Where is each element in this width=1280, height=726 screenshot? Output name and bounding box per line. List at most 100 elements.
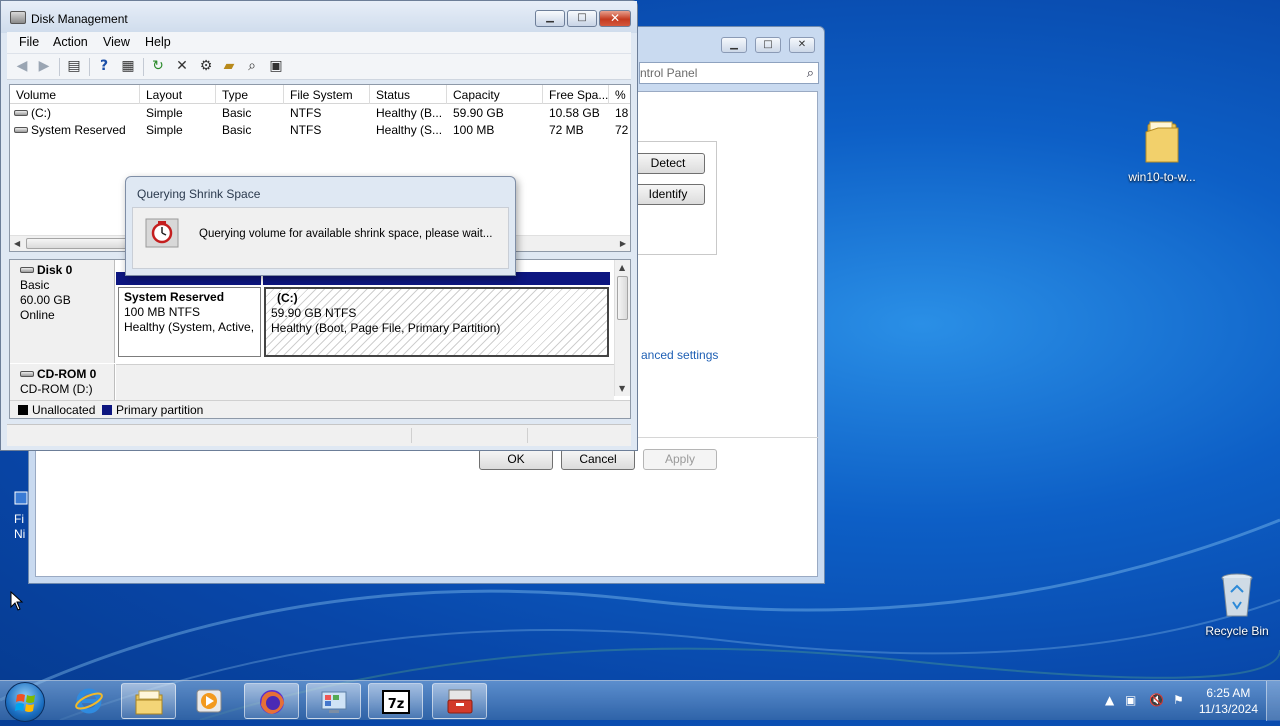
scroll-down-icon[interactable]: ▼ [619, 384, 625, 393]
table-row[interactable]: System Reserved Simple Basic NTFS Health… [10, 122, 630, 139]
recycle-bin-label: Recycle Bin [1205, 624, 1269, 638]
column-header-capacity[interactable]: Capacity [447, 85, 543, 104]
taskbar-disk-management[interactable] [432, 683, 487, 719]
flag-icon[interactable]: ⚑ [1173, 693, 1184, 707]
percent-free-cell: 18 [615, 106, 629, 120]
properties-icon[interactable]: ▦ [119, 58, 137, 75]
menu-help[interactable]: Help [145, 35, 171, 49]
partition-c[interactable]: (C:) 59.90 GB NTFS Healthy (Boot, Page F… [264, 287, 609, 357]
dm-maximize-button[interactable]: □ [567, 10, 597, 27]
desktop-shortcut-fragment[interactable] [14, 491, 28, 508]
volume-name: System Reserved [31, 123, 126, 137]
computer-management-icon [447, 689, 473, 714]
folder-icon [135, 690, 163, 715]
column-header-volume[interactable]: Volume [10, 85, 140, 104]
partition-status: Healthy (Boot, Page File, Primary Partit… [271, 321, 501, 335]
refresh-icon[interactable]: ↻ [149, 58, 167, 75]
back-arrow-icon[interactable]: ◀ [13, 58, 31, 75]
legend-unallocated: Unallocated [32, 403, 96, 417]
clock-time: 6:25 AM [1206, 686, 1251, 700]
show-desktop-button[interactable] [1266, 681, 1280, 721]
type-cell: Basic [222, 106, 252, 120]
taskbar-control-panel[interactable] [306, 683, 361, 719]
dm-toolbar: ◀ ▶ ▤ ? ▦ ↻ ✕ ⚙ ▰ ⌕ ▣ [7, 54, 631, 80]
taskbar-file-explorer[interactable] [121, 683, 176, 719]
search-icon[interactable]: ⌕ [243, 58, 261, 75]
desktop-folder[interactable]: win10-to-w... [1117, 118, 1207, 184]
help-icon[interactable]: ? [95, 58, 113, 75]
type-cell: Basic [222, 123, 252, 137]
dialog-title: Querying Shrink Space [137, 187, 261, 201]
column-header-layout[interactable]: Layout [140, 85, 216, 104]
cancel-button[interactable]: Cancel [561, 449, 635, 470]
disk-graphical-pane: Disk 0 Basic 60.00 GB Online System Rese… [9, 259, 631, 419]
partition-system-reserved[interactable]: System Reserved 100 MB NTFS Healthy (Sys… [118, 287, 261, 357]
cp-close-button[interactable]: ✕ [789, 37, 815, 53]
disk-pane-vertical-scrollbar[interactable]: ▲ ▼ [614, 260, 630, 396]
delete-icon[interactable]: ✕ [173, 58, 191, 75]
rescan-disks-icon[interactable]: ▣ [267, 58, 285, 75]
column-header-free-space[interactable]: Free Spa... [543, 85, 609, 104]
desktop-label-fragment-2: Ni [14, 527, 26, 541]
scroll-up-icon[interactable]: ▲ [619, 263, 625, 272]
folder-icon [1142, 118, 1182, 166]
open-folder-icon[interactable]: ▰ [220, 58, 238, 75]
disk-0-label[interactable]: Disk 0 Basic 60.00 GB Online [10, 260, 115, 363]
cp-minimize-button[interactable]: ▁ [721, 37, 747, 53]
volume-list-header: Volume Layout Type File System Status Ca… [10, 85, 630, 104]
action-center-icon[interactable]: ▣ [1125, 693, 1136, 707]
show-hidden-icons-icon[interactable]: ▲ [1105, 693, 1114, 707]
desktop-label-fragment-1: Fi [14, 512, 24, 526]
show-hide-console-tree-icon[interactable]: ▤ [65, 58, 83, 75]
taskbar-internet-explorer[interactable] [62, 683, 117, 719]
windows-logo-icon [15, 694, 35, 712]
toolbar-separator [143, 58, 144, 76]
taskbar-firefox[interactable] [244, 683, 299, 719]
cdrom-0-label[interactable]: CD-ROM 0 CD-ROM (D:) [10, 364, 115, 402]
clock-date: 11/13/2024 [1198, 702, 1258, 716]
cp-maximize-button[interactable]: □ [755, 37, 781, 53]
taskbar: 7z ▲ ▣ 🔇 ⚑ 6:25 AM 11/13/2024 [0, 680, 1280, 722]
volume-cell: (C:) [14, 106, 51, 120]
scroll-left-icon[interactable]: ◀ [14, 239, 20, 248]
file-system-cell: NTFS [290, 106, 322, 120]
forward-arrow-icon[interactable]: ▶ [35, 58, 53, 75]
identify-button[interactable]: Identify [631, 184, 705, 205]
dm-close-button[interactable]: ✕ [599, 10, 631, 27]
scrollbar-thumb[interactable] [617, 276, 628, 320]
media-player-icon [196, 689, 222, 713]
unallocated-swatch [18, 405, 28, 415]
shortcut-icon [14, 491, 28, 505]
advanced-settings-link[interactable]: anced settings [641, 348, 718, 362]
clock[interactable]: 6:25 AM 11/13/2024 [1199, 685, 1258, 717]
detect-button[interactable]: Detect [631, 153, 705, 174]
column-header-file-system[interactable]: File System [284, 85, 370, 104]
settings-icon[interactable]: ⚙ [197, 58, 215, 75]
dm-titlebar[interactable]: Disk Management ▁ □ ✕ [1, 1, 637, 33]
column-header-status[interactable]: Status [370, 85, 447, 104]
start-button[interactable] [5, 682, 45, 722]
volume-muted-icon[interactable]: 🔇 [1149, 693, 1164, 707]
system-tray: ▲ ▣ 🔇 ⚑ 6:25 AM 11/13/2024 [1095, 681, 1280, 721]
table-row[interactable]: (C:) Simple Basic NTFS Healthy (B... 59.… [10, 105, 630, 122]
scroll-right-icon[interactable]: ▶ [620, 239, 626, 248]
apply-button[interactable]: Apply [643, 449, 717, 470]
drive-icon [14, 127, 28, 133]
free-space-cell: 72 MB [549, 123, 584, 137]
dm-menubar: File Action View Help [7, 32, 631, 54]
menu-action[interactable]: Action [53, 35, 88, 49]
menu-view[interactable]: View [103, 35, 130, 49]
taskbar-7zip[interactable]: 7z [368, 683, 423, 719]
search-icon[interactable]: ⌕ [807, 65, 814, 81]
menu-file[interactable]: File [19, 35, 39, 49]
column-header-percent-free[interactable]: % F [609, 85, 630, 104]
cdrom-name: CD-ROM 0 [37, 367, 97, 381]
taskbar-media-player[interactable] [182, 683, 237, 719]
mouse-cursor-icon [10, 591, 24, 611]
desktop-recycle-bin[interactable]: Recycle Bin [1192, 572, 1280, 638]
ok-button[interactable]: OK [479, 449, 553, 470]
toolbar-separator [59, 58, 60, 76]
cp-search-box[interactable]: ntrol Panel ⌕ [639, 62, 819, 84]
dm-minimize-button[interactable]: ▁ [535, 10, 565, 27]
column-header-type[interactable]: Type [216, 85, 284, 104]
